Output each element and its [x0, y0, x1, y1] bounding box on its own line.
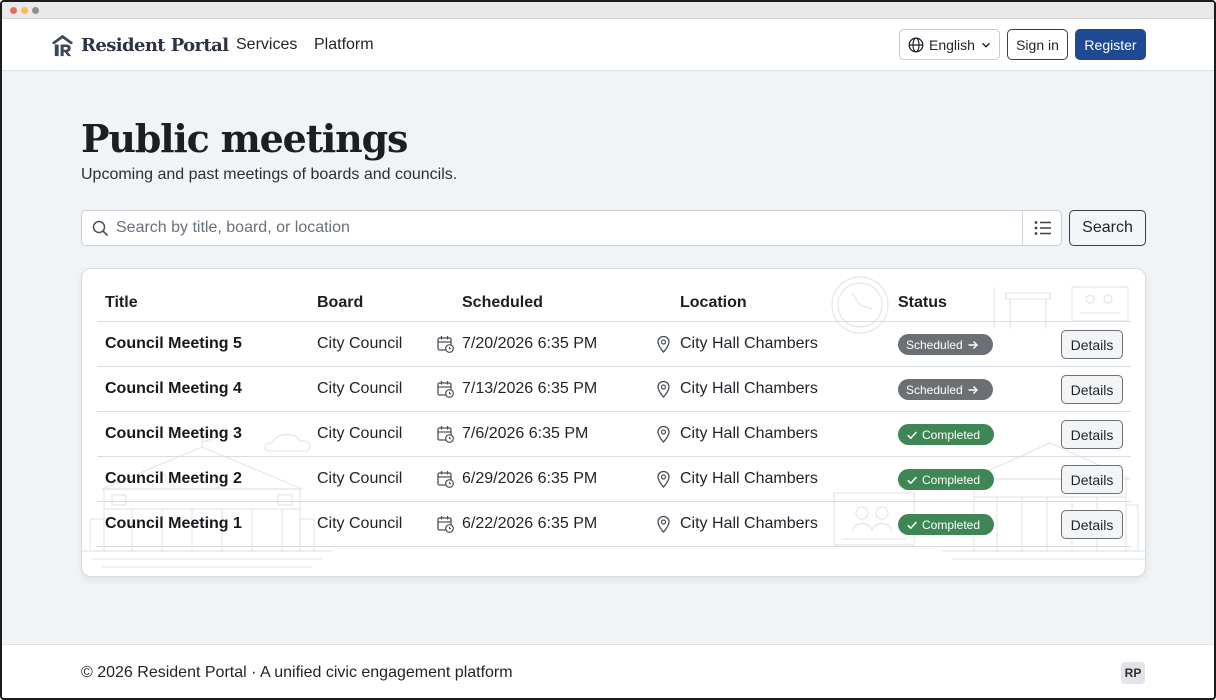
- status-badge-label: Scheduled: [906, 382, 963, 397]
- meeting-location: City Hall Chambers: [680, 335, 818, 352]
- search-bar: [81, 210, 1062, 246]
- table-row: Council Meeting 1 City Council 6/22/2026…: [82, 502, 1145, 547]
- meeting-board: City Council: [317, 425, 403, 442]
- details-button[interactable]: Details: [1061, 510, 1123, 539]
- status-badge-label: Completed: [922, 517, 981, 532]
- status-badge-label: Completed: [922, 427, 981, 442]
- brand-link[interactable]: Resident Portal: [50, 32, 229, 58]
- globe-icon: [908, 37, 924, 52]
- meeting-scheduled: 6/29/2026 6:35 PM: [462, 470, 598, 487]
- column-header-title[interactable]: Title: [105, 294, 138, 312]
- calendar-clock-icon: [437, 381, 454, 398]
- meeting-title: Council Meeting 4: [105, 380, 242, 397]
- meeting-scheduled: 6/22/2026 6:35 PM: [462, 515, 598, 532]
- arrow-right-icon: [968, 385, 978, 394]
- footer-badge: RP: [1121, 662, 1145, 684]
- calendar-clock-icon: [437, 336, 454, 353]
- page-title: Public meetings: [81, 116, 408, 161]
- table-row: Council Meeting 3 City Council 7/6/2026 …: [82, 412, 1145, 457]
- status-badge: Scheduled: [898, 334, 993, 355]
- search-input[interactable]: [116, 211, 1016, 245]
- browser-window: Resident Portal Services Platform Englis…: [0, 0, 1216, 700]
- table-row: Council Meeting 4 City Council 7/13/2026…: [82, 367, 1145, 412]
- calendar-clock-icon: [437, 516, 454, 533]
- list-view-toggle[interactable]: [1022, 211, 1062, 245]
- meeting-title: Council Meeting 5: [105, 335, 242, 352]
- table-row: Council Meeting 2 City Council 6/29/2026…: [82, 457, 1145, 502]
- check-icon: [907, 475, 917, 484]
- chevron-down-icon: [981, 42, 990, 48]
- row-divider: [97, 546, 1131, 547]
- register-button[interactable]: Register: [1075, 29, 1146, 60]
- map-pin-icon: [657, 470, 670, 488]
- sign-in-button[interactable]: Sign in: [1007, 29, 1068, 60]
- search-button[interactable]: Search: [1069, 210, 1146, 246]
- map-pin-icon: [657, 425, 670, 443]
- meeting-location: City Hall Chambers: [680, 380, 818, 397]
- map-pin-icon: [657, 515, 670, 533]
- status-badge-label: Completed: [922, 472, 981, 487]
- window-titlebar: [2, 2, 1214, 19]
- details-button[interactable]: Details: [1061, 465, 1123, 494]
- status-badge: Completed: [898, 514, 994, 535]
- column-header-location[interactable]: Location: [680, 294, 747, 312]
- meeting-title: Council Meeting 1: [105, 515, 242, 532]
- check-icon: [907, 520, 917, 529]
- nav-link-platform[interactable]: Platform: [314, 36, 374, 54]
- nav-link-services[interactable]: Services: [236, 36, 297, 54]
- meeting-scheduled: 7/20/2026 6:35 PM: [462, 335, 598, 352]
- column-header-scheduled[interactable]: Scheduled: [462, 294, 543, 312]
- check-icon: [907, 430, 917, 439]
- meeting-title: Council Meeting 3: [105, 425, 242, 442]
- calendar-clock-icon: [437, 426, 454, 443]
- calendar-clock-icon: [437, 471, 454, 488]
- details-button[interactable]: Details: [1061, 420, 1123, 449]
- arrow-right-icon: [968, 340, 978, 349]
- close-window-button[interactable]: [10, 7, 17, 14]
- map-pin-icon: [657, 380, 670, 398]
- meeting-location: City Hall Chambers: [680, 515, 818, 532]
- top-navbar: Resident Portal Services Platform Englis…: [2, 19, 1214, 71]
- status-badge: Scheduled: [898, 379, 993, 400]
- footer-text: © 2026 Resident Portal · A unified civic…: [81, 664, 513, 681]
- minimize-window-button[interactable]: [21, 7, 28, 14]
- meeting-scheduled: 7/6/2026 6:35 PM: [462, 425, 589, 442]
- meeting-board: City Council: [317, 380, 403, 397]
- column-header-status[interactable]: Status: [898, 294, 947, 312]
- meeting-board: City Council: [317, 470, 403, 487]
- language-label: English: [929, 36, 975, 53]
- table-row: Council Meeting 5 City Council 7/20/2026…: [82, 322, 1145, 367]
- status-badge: Completed: [898, 424, 994, 445]
- list-view-icon: [1034, 221, 1051, 235]
- map-pin-icon: [657, 335, 670, 353]
- meeting-location: City Hall Chambers: [680, 425, 818, 442]
- meeting-scheduled: 7/13/2026 6:35 PM: [462, 380, 598, 397]
- meeting-board: City Council: [317, 515, 403, 532]
- meeting-location: City Hall Chambers: [680, 470, 818, 487]
- search-icon: [92, 220, 109, 237]
- zoom-window-button[interactable]: [32, 7, 39, 14]
- details-button[interactable]: Details: [1061, 330, 1123, 359]
- meetings-table-card: Title Board Scheduled Location Status Co…: [81, 268, 1146, 577]
- meeting-board: City Council: [317, 335, 403, 352]
- building-logo-icon: [51, 34, 74, 56]
- page-footer: © 2026 Resident Portal · A unified civic…: [2, 644, 1214, 698]
- status-badge-label: Scheduled: [906, 337, 963, 352]
- column-header-board[interactable]: Board: [317, 294, 363, 312]
- language-selector[interactable]: English: [899, 29, 1000, 60]
- status-badge: Completed: [898, 469, 994, 490]
- details-button[interactable]: Details: [1061, 375, 1123, 404]
- page-subtitle: Upcoming and past meetings of boards and…: [81, 166, 458, 183]
- meeting-title: Council Meeting 2: [105, 470, 242, 487]
- brand-name: Resident Portal: [81, 34, 229, 56]
